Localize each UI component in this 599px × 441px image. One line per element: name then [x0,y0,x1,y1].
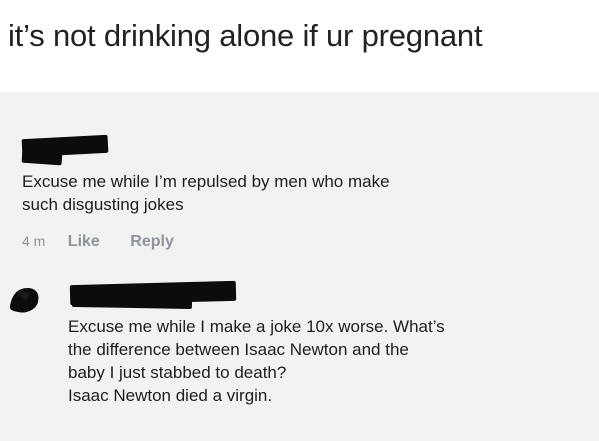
redacted-commenter-name-mark [71,294,193,310]
reply-button[interactable]: Reply [130,233,174,250]
post-header: it’s not drinking alone if ur pregnant [0,0,599,92]
comment-body: Excuse me while I’m repulsed by men who … [22,170,582,216]
comment-line: baby I just stabbed to death? [68,363,287,382]
comment-body: Excuse me while I make a joke 10x worse.… [68,315,588,407]
comment-line: Excuse me while I make a joke 10x worse.… [68,317,445,336]
comment-timestamp: 4 m [22,233,46,249]
avatar[interactable] [8,282,42,316]
post-text: it’s not drinking alone if ur pregnant [8,18,483,53]
comment-meta-row: 4 m Like Reply [22,233,200,251]
redacted-commenter-name-mark [21,148,63,166]
like-button[interactable]: Like [68,233,100,250]
comment-line: the difference between Isaac Newton and … [68,340,409,359]
comment-line: Excuse me while I’m repulsed by men who … [22,172,390,191]
comment-line: Isaac Newton died a virgin. [68,386,273,405]
comment-line: such disgusting jokes [22,195,184,214]
